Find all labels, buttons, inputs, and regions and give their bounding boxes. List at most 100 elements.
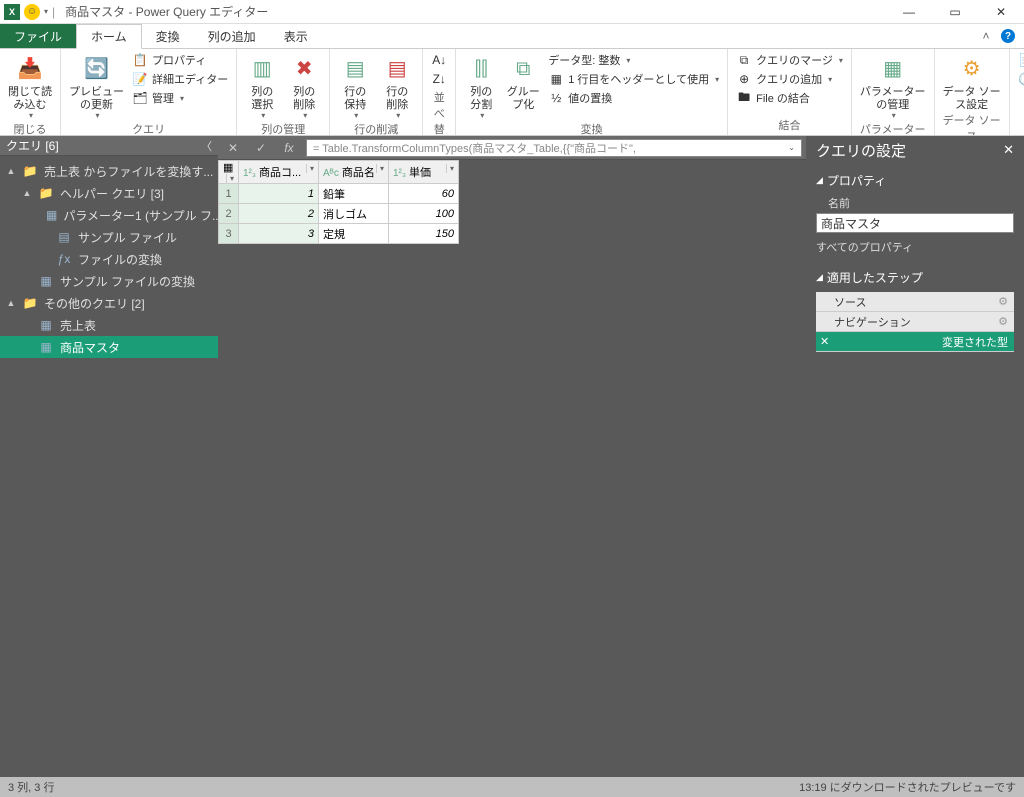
replace-values-button[interactable]: ½値の置換	[546, 89, 721, 107]
remove-columns-button[interactable]: ✖列の 削除▾	[285, 51, 323, 120]
queries-collapse-icon[interactable]: 〈	[201, 138, 212, 154]
cell[interactable]: 60	[389, 184, 459, 204]
formula-cancel-button[interactable]: ✕	[222, 139, 244, 157]
cell[interactable]: 100	[389, 204, 459, 224]
column-header[interactable]: 1²₃商品コ...▾	[239, 161, 319, 184]
remove-columns-icon: ✖	[288, 53, 320, 85]
file-icon: ▤	[56, 229, 72, 245]
tree-item[interactable]: ▦売上表	[0, 314, 218, 336]
tree-item-label: サンプル ファイルの変換	[60, 273, 195, 290]
group-params-label: パラメーター	[858, 120, 928, 136]
properties-section-header[interactable]: ◢プロパティ	[816, 168, 1014, 193]
ribbon-tabs: ファイル ホーム 変換 列の追加 表示 ˄ ?	[0, 24, 1024, 48]
query-name-input[interactable]	[816, 213, 1014, 233]
sort-desc-button[interactable]: Z↓	[429, 70, 449, 88]
cell[interactable]: 2	[239, 204, 319, 224]
step-item[interactable]: ソース⚙	[816, 292, 1014, 312]
quick-access-dropdown[interactable]: ▾	[44, 7, 48, 16]
tree-item-label: パラメーター1 (サンプル フ...	[63, 207, 218, 224]
cell[interactable]: 150	[389, 224, 459, 244]
help-button[interactable]: ?	[998, 24, 1018, 48]
step-settings-icon[interactable]: ⚙	[998, 295, 1008, 308]
remove-rows-button[interactable]: ▤行の 削除▾	[378, 51, 416, 120]
advanced-editor-icon: 📝	[132, 71, 148, 87]
step-label: 変更された型	[942, 334, 1008, 350]
properties-button[interactable]: 📋プロパティ	[130, 51, 230, 69]
close-load-icon: 📥	[14, 53, 46, 85]
keep-rows-icon: ▤	[339, 53, 371, 85]
grid-corner[interactable]: ▦▾	[219, 161, 239, 184]
datasource-settings-button[interactable]: ⚙データ ソー ス設定	[941, 51, 1003, 111]
step-settings-icon[interactable]: ⚙	[998, 315, 1008, 328]
cell[interactable]: 1	[239, 184, 319, 204]
row-header[interactable]: 2	[219, 204, 239, 224]
cell[interactable]: 消しゴム	[319, 204, 389, 224]
combine-files-button[interactable]: 🖿File の結合	[734, 89, 845, 107]
all-properties-link[interactable]: すべてのプロパティ	[816, 233, 1014, 261]
column-header[interactable]: 1²₃単価▾	[389, 161, 459, 184]
statusbar: 3 列, 3 行 13:19 にダウンロードされたプレビューです	[0, 777, 1024, 797]
data-pane: ✕ ✓ fx = Table.TransformColumnTypes(商品マス…	[218, 136, 806, 777]
ribbon-collapse[interactable]: ˄	[976, 24, 996, 48]
tree-item[interactable]: ▲📁ヘルパー クエリ [3]	[0, 182, 218, 204]
sort-asc-button[interactable]: A↓	[429, 51, 449, 69]
applied-steps-header[interactable]: ◢適用したステップ	[816, 265, 1014, 290]
group-query-label: クエリ	[67, 120, 230, 136]
manage-button[interactable]: 🗂管理▾	[130, 89, 230, 107]
formula-commit-button[interactable]: ✓	[250, 139, 272, 157]
minimize-button[interactable]: —	[886, 0, 932, 24]
cell[interactable]: 定規	[319, 224, 389, 244]
tab-view[interactable]: 表示	[270, 24, 322, 48]
tree-item[interactable]: ▦パラメーター1 (サンプル フ...	[0, 204, 218, 226]
merge-icon: ⧉	[736, 52, 752, 68]
row-header[interactable]: 1	[219, 184, 239, 204]
manage-parameters-button[interactable]: ▦パラメーター の管理▾	[858, 51, 928, 120]
datatype-button[interactable]: データ型: 整数▾	[546, 51, 721, 69]
formula-expand-icon[interactable]: ⌄	[788, 143, 795, 152]
group-by-icon: ⧉	[507, 53, 539, 85]
tab-transform[interactable]: 変換	[142, 24, 194, 48]
close-button[interactable]: ✕	[978, 0, 1024, 24]
tab-addcolumn[interactable]: 列の追加	[194, 24, 270, 48]
refresh-icon: 🔄	[81, 53, 113, 85]
tree-item[interactable]: ▲📁その他のクエリ [2]	[0, 292, 218, 314]
tab-file[interactable]: ファイル	[0, 24, 76, 48]
settings-close-icon[interactable]: ✕	[1003, 142, 1014, 158]
settings-title: クエリの設定	[816, 140, 906, 161]
folder-icon: 📁	[22, 163, 38, 179]
append-queries-button[interactable]: ⊕クエリの追加▾	[734, 70, 845, 88]
tree-item[interactable]: ▦商品マスタ	[0, 336, 218, 358]
delete-step-icon[interactable]: ✕	[820, 335, 830, 348]
tree-item[interactable]: ▲📁売上表 からファイルを変換す...	[0, 160, 218, 182]
sort-asc-icon: A↓	[431, 52, 447, 68]
refresh-preview-button[interactable]: 🔄 プレビュー の更新 ▾	[67, 51, 126, 120]
data-grid[interactable]: ▦▾1²₃商品コ...▾Aᴮc商品名▾1²₃単価▾11鉛筆6022消しゴム100…	[218, 160, 459, 244]
steps-list: ソース⚙ナビゲーション⚙ ✕ 変更された型	[816, 292, 1014, 352]
step-item[interactable]: ナビゲーション⚙	[816, 312, 1014, 332]
column-header[interactable]: Aᴮc商品名▾	[319, 161, 389, 184]
sort-desc-icon: Z↓	[431, 71, 447, 87]
parameters-icon: ▦	[877, 53, 909, 85]
formula-input[interactable]: = Table.TransformColumnTypes(商品マスタ_Table…	[306, 139, 802, 157]
tree-item[interactable]: ▦サンプル ファイルの変換	[0, 270, 218, 292]
split-column-button[interactable]: ⫿⫿列の 分割▾	[462, 51, 500, 120]
tree-item[interactable]: ▤サンプル ファイル	[0, 226, 218, 248]
recent-sources-button[interactable]: 🕓最近のソース▾	[1016, 70, 1024, 88]
row-header[interactable]: 3	[219, 224, 239, 244]
tree-item[interactable]: ƒxファイルの変換	[0, 248, 218, 270]
step-item[interactable]: ✕ 変更された型	[816, 332, 1014, 352]
choose-columns-button[interactable]: ▥列の 選択▾	[243, 51, 281, 120]
close-load-button[interactable]: 📥 閉じて読 み込む ▾	[6, 51, 54, 120]
titlebar: X ☺ ▾ | 商品マスタ - Power Query エディター — ▭ ✕	[0, 0, 1024, 24]
first-row-header-button[interactable]: ▦1 行目をヘッダーとして使用▾	[546, 70, 721, 88]
merge-queries-button[interactable]: ⧉クエリのマージ▾	[734, 51, 845, 69]
settings-title-bar: クエリの設定 ✕	[806, 136, 1024, 164]
maximize-button[interactable]: ▭	[932, 0, 978, 24]
cell[interactable]: 3	[239, 224, 319, 244]
group-by-button[interactable]: ⧉グルー プ化	[504, 51, 542, 111]
tab-home[interactable]: ホーム	[76, 24, 142, 49]
new-source-button[interactable]: 📄新しいソース▾	[1016, 51, 1024, 69]
advanced-editor-button[interactable]: 📝詳細エディター	[130, 70, 230, 88]
keep-rows-button[interactable]: ▤行の 保持▾	[336, 51, 374, 120]
cell[interactable]: 鉛筆	[319, 184, 389, 204]
